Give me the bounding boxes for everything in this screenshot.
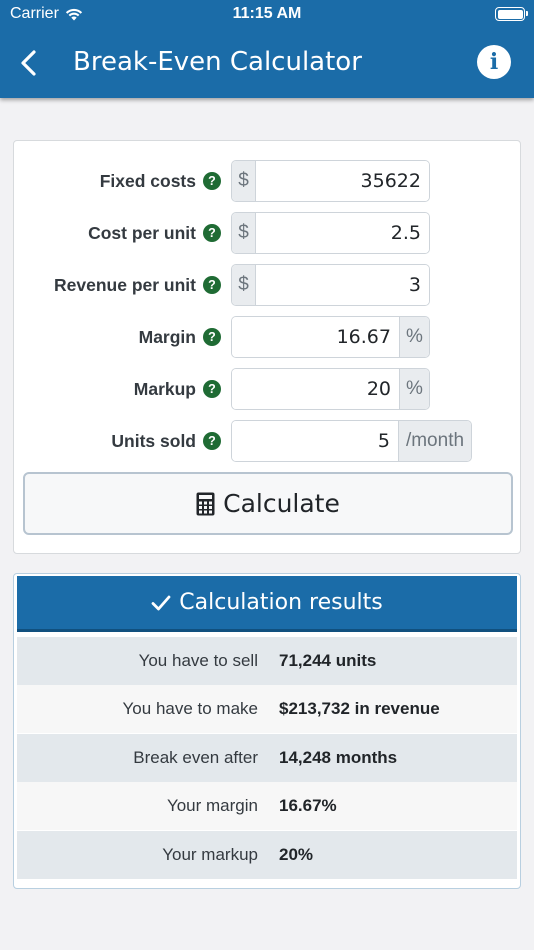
percent-suffix: % — [399, 317, 429, 357]
result-label: Your markup — [162, 845, 258, 864]
calculate-label: Calculate — [223, 489, 340, 518]
percent-suffix: % — [399, 369, 429, 409]
cost-per-unit-text: Cost per unit — [88, 223, 196, 243]
revenue-per-unit-text: Revenue per unit — [54, 275, 196, 295]
results-header: Calculation results — [17, 576, 517, 632]
help-icon[interactable]: ? — [203, 224, 221, 242]
margin-input[interactable] — [232, 317, 399, 357]
cost-per-unit-row: Cost per unit ? $ — [14, 212, 522, 254]
margin-label: Margin ? — [139, 316, 221, 358]
result-row: Break even after 14,248 months — [17, 734, 517, 782]
revenue-per-unit-row: Revenue per unit ? $ — [14, 264, 522, 306]
results-title: Calculation results — [179, 590, 383, 615]
result-label: You have to sell — [138, 651, 258, 670]
battery-icon — [495, 7, 528, 21]
app-header: Carrier 11:15 AM Break-Even Calculator i — [0, 0, 534, 98]
fixed-costs-label: Fixed costs ? — [100, 160, 221, 202]
units-sold-label: Units sold ? — [111, 420, 221, 462]
units-sold-row: Units sold ? /month — [14, 420, 522, 462]
units-sold-input[interactable] — [232, 421, 398, 461]
help-icon[interactable]: ? — [203, 172, 221, 190]
status-bar: Carrier 11:15 AM — [0, 0, 534, 30]
margin-group: % — [231, 316, 430, 358]
calculator-form: Fixed costs ? $ Cost per unit ? $ Revenu… — [13, 140, 521, 554]
help-icon[interactable]: ? — [203, 432, 221, 450]
result-value: 71,244 units — [279, 651, 377, 670]
calculator-icon — [196, 492, 215, 515]
markup-group: % — [231, 368, 430, 410]
markup-input[interactable] — [232, 369, 399, 409]
result-value: 20% — [279, 845, 314, 864]
help-icon[interactable]: ? — [203, 276, 221, 294]
fixed-costs-row: Fixed costs ? $ — [14, 160, 522, 202]
margin-text: Margin — [138, 327, 196, 347]
revenue-per-unit-group: $ — [231, 264, 430, 306]
back-chevron-icon[interactable] — [18, 50, 40, 76]
units-sold-text: Units sold — [111, 431, 196, 451]
cost-per-unit-label: Cost per unit ? — [88, 212, 221, 254]
help-icon[interactable]: ? — [203, 328, 221, 346]
help-icon[interactable]: ? — [203, 380, 221, 398]
revenue-per-unit-label: Revenue per unit ? — [54, 264, 221, 306]
result-value: 14,248 months — [279, 748, 398, 767]
margin-row: Margin ? % — [14, 316, 522, 358]
results-panel: Calculation results You have to sell 71,… — [13, 573, 521, 889]
result-label: Your margin — [166, 796, 258, 815]
cost-per-unit-input[interactable] — [256, 213, 429, 253]
units-sold-group: /month — [231, 420, 472, 462]
result-label: You have to make — [122, 699, 258, 718]
fixed-costs-group: $ — [231, 160, 430, 202]
markup-text: Markup — [133, 379, 196, 399]
dollar-prefix: $ — [232, 213, 256, 253]
markup-label: Markup ? — [134, 368, 221, 410]
fixed-costs-text: Fixed costs — [99, 171, 196, 191]
page-title: Break-Even Calculator — [73, 47, 362, 77]
info-icon[interactable]: i — [477, 45, 511, 79]
nav-bar: Break-Even Calculator i — [0, 36, 534, 90]
checkmark-icon — [151, 595, 171, 610]
fixed-costs-input[interactable] — [256, 161, 429, 201]
result-label: Break even after — [133, 748, 258, 767]
revenue-per-unit-input[interactable] — [256, 265, 429, 305]
dollar-prefix: $ — [232, 161, 256, 201]
per-month-suffix: /month — [398, 421, 471, 461]
status-time: 11:15 AM — [232, 5, 302, 22]
cost-per-unit-group: $ — [231, 212, 430, 254]
result-row: Your margin 16.67% — [17, 782, 517, 830]
calculate-button[interactable]: Calculate — [23, 472, 513, 535]
result-row: You have to make $213,732 in revenue — [17, 685, 517, 733]
result-value: $213,732 in revenue — [279, 699, 440, 718]
markup-row: Markup ? % — [14, 368, 522, 410]
result-row: Your markup 20% — [17, 831, 517, 879]
result-row: You have to sell 71,244 units — [17, 637, 517, 685]
dollar-prefix: $ — [232, 265, 256, 305]
result-value: 16.67% — [279, 796, 337, 815]
